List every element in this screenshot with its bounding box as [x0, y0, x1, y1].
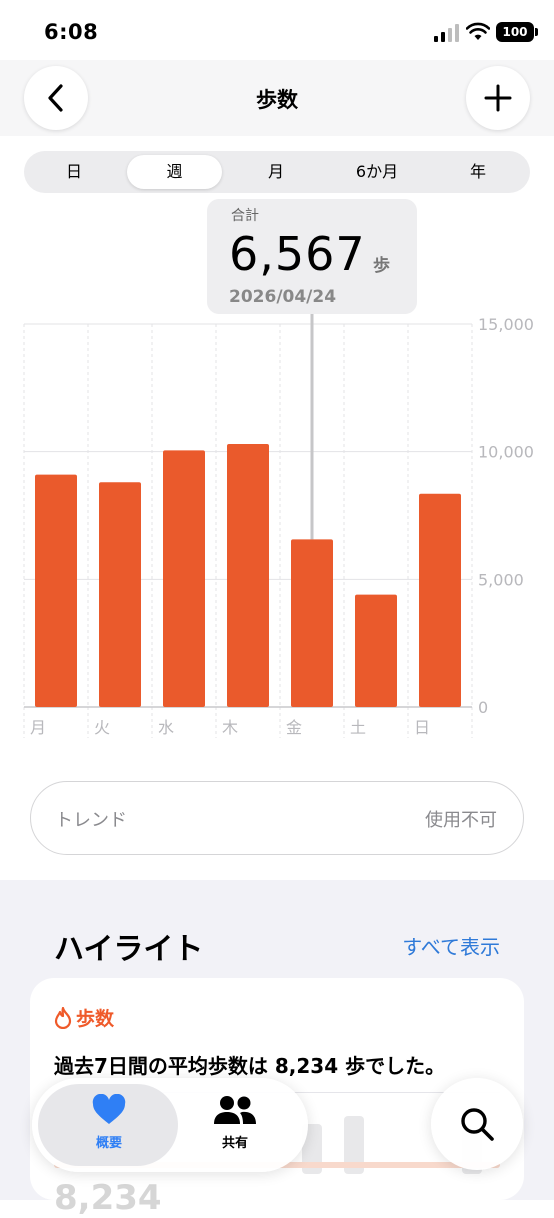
tab-summary-label: 概要	[95, 1136, 122, 1151]
flame-icon	[54, 1006, 72, 1029]
bar-2[interactable]	[163, 450, 205, 707]
trend-label: トレンド	[55, 810, 127, 831]
tooltip-value: 6,567	[229, 227, 366, 281]
segment-week[interactable]: 週	[127, 155, 222, 189]
x-tick-label: 日	[414, 718, 430, 737]
y-tick-label: 5,000	[478, 570, 524, 589]
search-icon	[461, 1108, 494, 1141]
bar-0[interactable]	[35, 474, 77, 707]
tooltip-date: 2026/04/24	[229, 287, 337, 307]
bar-1[interactable]	[99, 482, 141, 707]
bar-6[interactable]	[419, 493, 461, 707]
trend-value: 使用不可	[425, 810, 497, 831]
tooltip-unit: 歩	[373, 256, 390, 276]
heart-icon	[92, 1093, 126, 1124]
y-tick-label: 0	[478, 698, 488, 717]
bar-3[interactable]	[227, 444, 269, 707]
cellular-signal-icon	[434, 24, 459, 42]
y-tick-label: 10,000	[478, 443, 534, 462]
x-tick-label: 月	[30, 718, 46, 737]
segment-month[interactable]: 月	[226, 155, 326, 189]
x-tick-label: 木	[222, 718, 238, 737]
tab-sharing-label: 共有	[221, 1136, 248, 1151]
battery-indicator: 100	[496, 22, 538, 42]
card-category: 歩数	[54, 1004, 114, 1031]
bar-4[interactable]	[291, 539, 333, 707]
tab-sharing[interactable]: 共有	[170, 1094, 300, 1151]
card-category-label: 歩数	[76, 1008, 115, 1030]
highlights-title: ハイライト	[54, 932, 204, 967]
trend-row[interactable]: トレンド 使用不可	[30, 781, 524, 855]
search-button[interactable]	[431, 1078, 523, 1170]
period-segmented-control: 日 週 月 6か月 年	[24, 151, 530, 193]
add-button[interactable]	[466, 66, 530, 130]
tab-summary[interactable]: 概要	[44, 1093, 174, 1151]
people-icon	[214, 1096, 256, 1124]
tab-bar: 概要 共有	[32, 1078, 308, 1172]
tooltip-label: 合計	[231, 208, 259, 224]
plus-icon	[484, 84, 512, 112]
y-tick-label: 15,000	[478, 315, 534, 334]
status-time: 6:08	[44, 20, 99, 44]
x-tick-label: 土	[350, 718, 366, 737]
x-tick-label: 火	[94, 718, 110, 737]
status-bar: 6:08 100	[0, 0, 554, 60]
segment-year[interactable]: 年	[428, 155, 528, 189]
bar-5[interactable]	[355, 594, 397, 707]
steps-bar-chart[interactable]: 15,000 10,000 5,000 0 月 火 水 木 金 土 日	[0, 300, 554, 750]
card-average-number: 8,234	[54, 1178, 162, 1218]
x-tick-label: 水	[158, 718, 174, 737]
selection-tooltip: 合計 6,567 歩 2026/04/24	[207, 199, 417, 314]
segment-day[interactable]: 日	[24, 155, 124, 189]
x-tick-label: 金	[286, 718, 302, 737]
show-all-link[interactable]: すべて表示	[402, 931, 500, 960]
segment-6months[interactable]: 6か月	[327, 155, 427, 189]
wifi-icon	[466, 22, 490, 40]
card-summary: 過去7日間の平均歩数は 8,234 歩でした。	[54, 1054, 446, 1078]
